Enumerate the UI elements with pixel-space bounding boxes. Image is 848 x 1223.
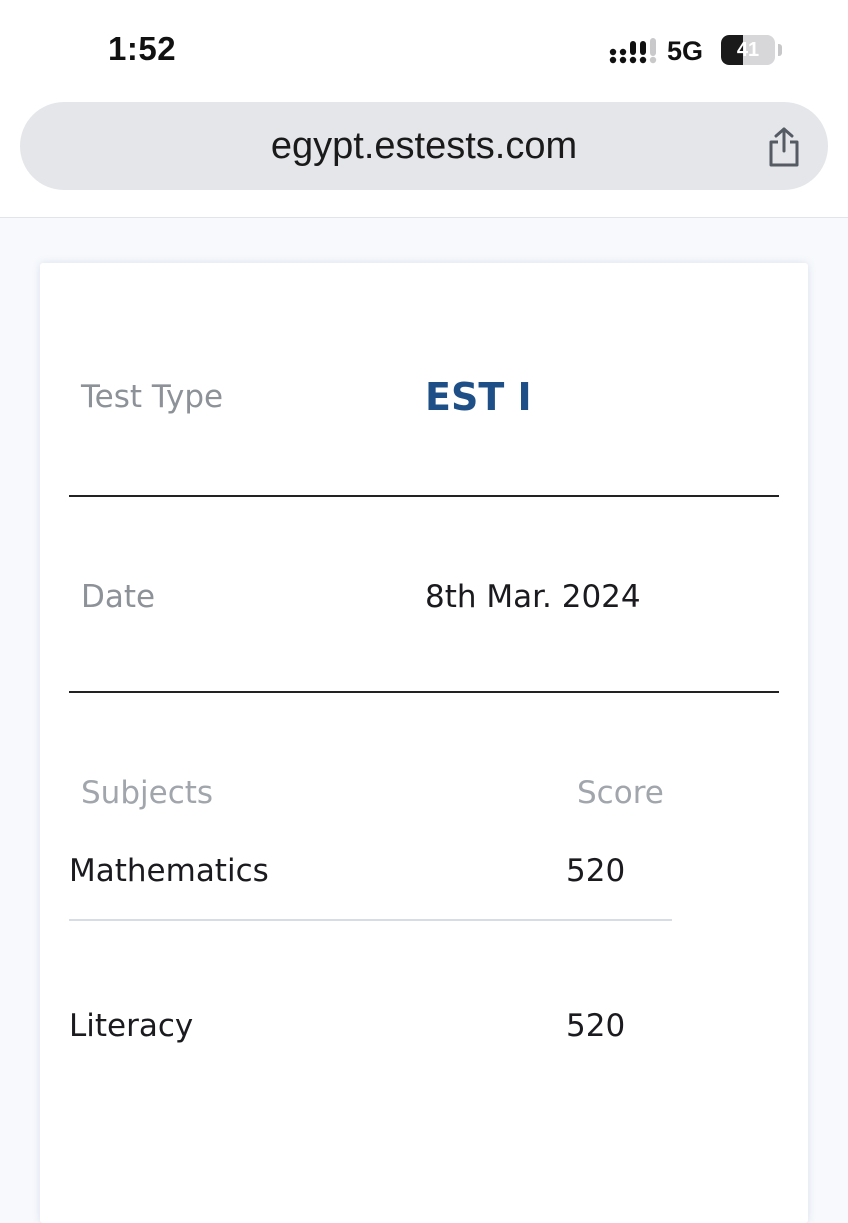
test-type-value: EST I [425, 375, 532, 419]
table-row: Literacy 520 [69, 1008, 672, 1074]
status-bar: 1:52 5G 41 [0, 0, 848, 100]
date-value: 8th Mar. 2024 [425, 579, 641, 615]
network-type: 5G [667, 36, 704, 66]
subject-name: Literacy [69, 1008, 194, 1044]
browser-toolbar: egypt.estests.com [0, 100, 848, 218]
battery-cap [778, 44, 782, 56]
battery-icon: 41 [721, 35, 775, 65]
test-type-label: Test Type [81, 379, 224, 415]
address-bar[interactable]: egypt.estests.com [20, 102, 828, 190]
share-icon[interactable] [764, 126, 804, 168]
table-row: Mathematics 520 [69, 853, 672, 921]
divider [69, 691, 779, 693]
url-text[interactable]: egypt.estests.com [20, 102, 828, 190]
signal-bars-icon [609, 38, 657, 64]
result-card: Test Type EST I Date 8th Mar. 2024 Subje… [40, 263, 808, 1223]
divider [69, 495, 779, 497]
date-label: Date [81, 579, 156, 615]
subject-name: Mathematics [69, 853, 269, 889]
score-column-header: Score [577, 775, 664, 811]
subject-score: 520 [566, 1008, 626, 1044]
battery-level: 41 [736, 39, 760, 61]
status-time: 1:52 [108, 30, 177, 67]
subjects-column-header: Subjects [81, 775, 214, 811]
subject-score: 520 [566, 853, 626, 889]
